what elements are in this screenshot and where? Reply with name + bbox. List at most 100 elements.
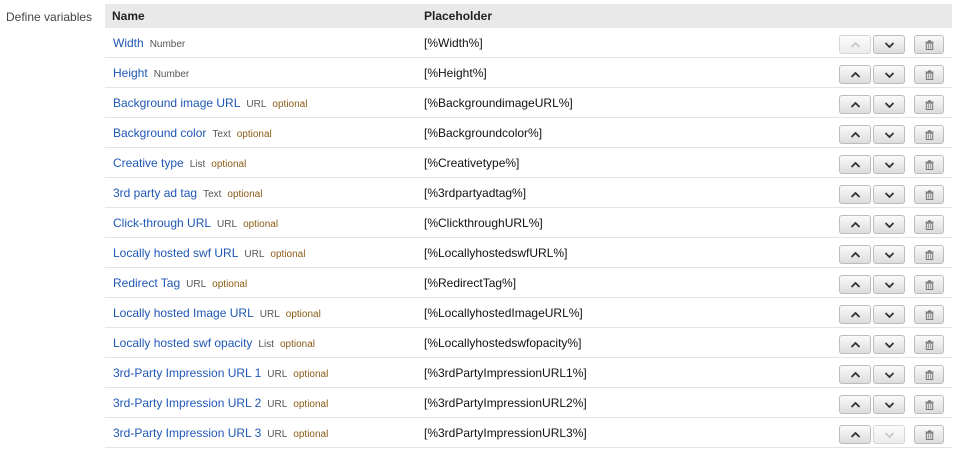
delete-button[interactable] (914, 185, 944, 204)
variable-name-cell: 3rd-Party Impression URL 2 URL optional (105, 394, 424, 412)
variable-name-link[interactable]: 3rd-Party Impression URL 2 (113, 396, 261, 410)
table-row: 3rd-Party Impression URL 3 URL optional [%… (105, 418, 952, 448)
table-row: Background image URL URL optional [%Backgr… (105, 88, 952, 118)
column-header-placeholder: Placeholder (424, 9, 493, 23)
trash-icon (925, 429, 934, 440)
placeholder-cell: [%3rdPartyImpressionURL1%] (424, 365, 587, 380)
move-up-button[interactable] (839, 125, 871, 144)
delete-button[interactable] (914, 35, 944, 54)
table-row: Click-through URL URL optional [%Clickthro… (105, 208, 952, 238)
chevron-up-icon (850, 401, 860, 408)
variable-name-cell: Redirect Tag URL optional (105, 274, 424, 292)
variable-name-link[interactable]: 3rd-Party Impression URL 1 (113, 366, 261, 380)
move-down-button[interactable] (873, 155, 905, 174)
side-label: Define variables (6, 10, 93, 24)
move-down-button[interactable] (873, 365, 905, 384)
delete-button[interactable] (914, 215, 944, 234)
variable-type: URL (267, 368, 288, 380)
move-up-button[interactable] (839, 335, 871, 354)
optional-label: optional (285, 308, 321, 320)
move-down-button[interactable] (873, 65, 905, 84)
optional-label: optional (279, 338, 315, 350)
table-header: Name Placeholder (105, 4, 952, 28)
trash-icon (925, 279, 934, 290)
row-actions (839, 35, 944, 54)
variable-name-link[interactable]: 3rd-Party Impression URL 3 (113, 426, 261, 440)
move-up-button[interactable] (839, 185, 871, 204)
optional-label: optional (236, 128, 272, 140)
chevron-up-icon (850, 371, 860, 378)
delete-button[interactable] (914, 365, 944, 384)
move-up-button[interactable] (839, 275, 871, 294)
variable-name-link[interactable]: Redirect Tag (113, 276, 180, 290)
move-down-button[interactable] (873, 425, 905, 444)
placeholder-cell: [%3rdpartyadtag%] (424, 185, 527, 200)
chevron-down-icon (884, 431, 894, 438)
variable-name-link[interactable]: Locally hosted swf URL (113, 246, 238, 260)
move-up-button[interactable] (839, 35, 871, 54)
delete-button[interactable] (914, 65, 944, 84)
placeholder-cell: [%3rdPartyImpressionURL3%] (424, 425, 587, 440)
row-actions (839, 155, 944, 174)
variable-name-link[interactable]: Locally hosted swf opacity (113, 336, 252, 350)
variable-name-cell: 3rd party ad tag Text optional (105, 184, 424, 202)
move-up-button[interactable] (839, 395, 871, 414)
variable-name-cell: Creative type List optional (105, 154, 424, 172)
move-down-button[interactable] (873, 185, 905, 204)
variable-name-link[interactable]: Creative type (113, 156, 184, 170)
chevron-up-icon (850, 41, 860, 48)
move-up-button[interactable] (839, 365, 871, 384)
placeholder-cell: [%BackgroundimageURL%] (424, 95, 573, 110)
variable-type: List (258, 338, 274, 350)
trash-icon (925, 99, 934, 110)
move-down-button[interactable] (873, 125, 905, 144)
variable-type: URL (267, 428, 288, 440)
variable-name-link[interactable]: Background color (113, 126, 206, 140)
delete-button[interactable] (914, 125, 944, 144)
variable-name-link[interactable]: 3rd party ad tag (113, 186, 197, 200)
move-up-button[interactable] (839, 65, 871, 84)
delete-button[interactable] (914, 305, 944, 324)
table-row: 3rd-Party Impression URL 1 URL optional [%… (105, 358, 952, 388)
delete-button[interactable] (914, 425, 944, 444)
delete-button[interactable] (914, 275, 944, 294)
move-down-button[interactable] (873, 95, 905, 114)
row-actions (839, 245, 944, 264)
variable-name-cell: 3rd-Party Impression URL 1 URL optional (105, 364, 424, 382)
delete-button[interactable] (914, 395, 944, 414)
move-up-button[interactable] (839, 155, 871, 174)
delete-button[interactable] (914, 335, 944, 354)
row-actions (839, 425, 944, 444)
variable-type: List (189, 158, 206, 170)
move-down-button[interactable] (873, 35, 905, 54)
table-row: 3rd party ad tag Text optional [%3rdpartya… (105, 178, 952, 208)
chevron-up-icon (850, 311, 860, 318)
row-actions (839, 395, 944, 414)
move-down-button[interactable] (873, 335, 905, 354)
move-up-button[interactable] (839, 305, 871, 324)
optional-label: optional (272, 98, 308, 110)
placeholder-cell: [%ClickthroughURL%] (424, 215, 543, 230)
variable-name-link[interactable]: Click-through URL (113, 216, 211, 230)
variable-name-link[interactable]: Width (113, 36, 144, 50)
trash-icon (925, 219, 934, 230)
trash-icon (925, 249, 934, 260)
variable-name-link[interactable]: Locally hosted Image URL (113, 306, 254, 320)
trash-icon (925, 39, 934, 50)
move-up-button[interactable] (839, 245, 871, 264)
variable-name-link[interactable]: Background image URL (113, 96, 240, 110)
move-down-button[interactable] (873, 395, 905, 414)
delete-button[interactable] (914, 245, 944, 264)
variable-name-link[interactable]: Height (113, 66, 148, 80)
move-up-button[interactable] (839, 215, 871, 234)
delete-button[interactable] (914, 95, 944, 114)
move-down-button[interactable] (873, 215, 905, 234)
move-up-button[interactable] (839, 95, 871, 114)
move-down-button[interactable] (873, 275, 905, 294)
move-up-button[interactable] (839, 425, 871, 444)
delete-button[interactable] (914, 155, 944, 174)
trash-icon (925, 309, 934, 320)
move-down-button[interactable] (873, 245, 905, 264)
table-row: Locally hosted swf URL URL optional [%Loca… (105, 238, 952, 268)
move-down-button[interactable] (873, 305, 905, 324)
